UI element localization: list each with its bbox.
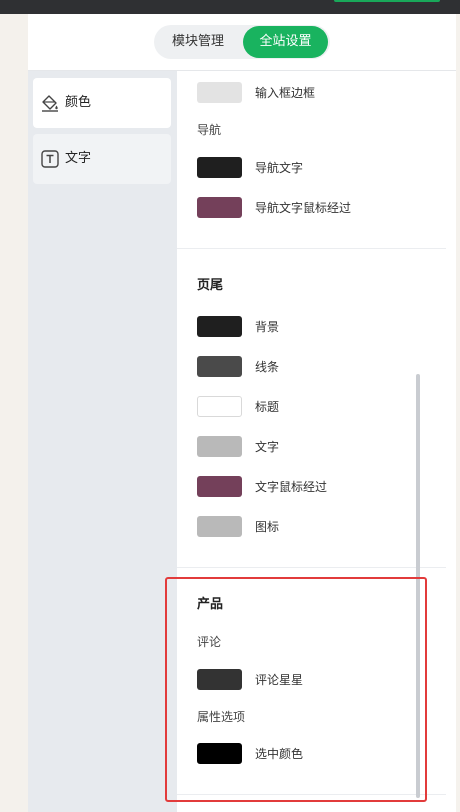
section-title-product: 产品 bbox=[197, 597, 224, 612]
color-row-label: 文字鼠标经过 bbox=[255, 480, 328, 494]
color-swatch[interactable] bbox=[197, 396, 242, 417]
section-subtitle-review: 评论 bbox=[197, 635, 222, 649]
color-row-label: 评论星星 bbox=[255, 673, 304, 687]
section-title-footer: 页尾 bbox=[197, 278, 224, 293]
sidebar: 颜色 文字 bbox=[28, 71, 177, 812]
settings-panel: 模块管理 全站设置 颜色 文字 输入框边框 导航 导航文字 导航文字鼠标经过 页… bbox=[28, 14, 456, 812]
color-row-label: 选中颜色 bbox=[255, 747, 304, 761]
color-swatch[interactable] bbox=[197, 669, 242, 690]
section-divider bbox=[177, 794, 446, 795]
tab-site-settings[interactable]: 全站设置 bbox=[243, 26, 328, 58]
sidebar-item-text[interactable]: 文字 bbox=[33, 134, 171, 184]
color-swatch[interactable] bbox=[197, 82, 242, 103]
color-row-label: 线条 bbox=[255, 360, 280, 374]
color-row-label: 输入框边框 bbox=[255, 86, 316, 100]
color-row-label: 文字 bbox=[255, 440, 280, 454]
text-t-icon bbox=[41, 150, 59, 168]
color-swatch[interactable] bbox=[197, 476, 242, 497]
color-settings-list: 输入框边框 导航 导航文字 导航文字鼠标经过 页尾 背景 线条 标题 文字 文字… bbox=[177, 71, 456, 812]
top-bar bbox=[0, 0, 460, 14]
color-swatch[interactable] bbox=[197, 516, 242, 537]
section-divider bbox=[177, 567, 446, 568]
top-green-button-edge[interactable] bbox=[334, 0, 440, 2]
tab-module-management[interactable]: 模块管理 bbox=[154, 25, 242, 59]
panel-header: 模块管理 全站设置 bbox=[28, 14, 456, 71]
color-row-label: 导航文字 bbox=[255, 161, 304, 175]
section-divider bbox=[177, 248, 446, 249]
color-swatch[interactable] bbox=[197, 316, 242, 337]
color-swatch[interactable] bbox=[197, 197, 242, 218]
color-row-label: 背景 bbox=[255, 320, 280, 334]
color-swatch[interactable] bbox=[197, 356, 242, 377]
sidebar-item-label: 文字 bbox=[65, 151, 92, 166]
color-row-label: 图标 bbox=[255, 520, 280, 534]
color-row-label: 导航文字鼠标经过 bbox=[255, 201, 352, 215]
color-row-label: 标题 bbox=[255, 400, 280, 414]
sidebar-item-color[interactable]: 颜色 bbox=[33, 78, 171, 128]
scrollbar-thumb[interactable] bbox=[416, 374, 420, 798]
left-background-strip bbox=[0, 14, 28, 812]
color-swatch[interactable] bbox=[197, 436, 242, 457]
section-subtitle-nav: 导航 bbox=[197, 123, 222, 137]
color-swatch[interactable] bbox=[197, 743, 242, 764]
section-subtitle-attributes: 属性选项 bbox=[197, 710, 246, 724]
paint-bucket-icon bbox=[42, 95, 58, 112]
color-swatch[interactable] bbox=[197, 157, 242, 178]
segmented-tabs: 模块管理 全站设置 bbox=[154, 25, 330, 59]
sidebar-item-label: 颜色 bbox=[65, 95, 92, 110]
